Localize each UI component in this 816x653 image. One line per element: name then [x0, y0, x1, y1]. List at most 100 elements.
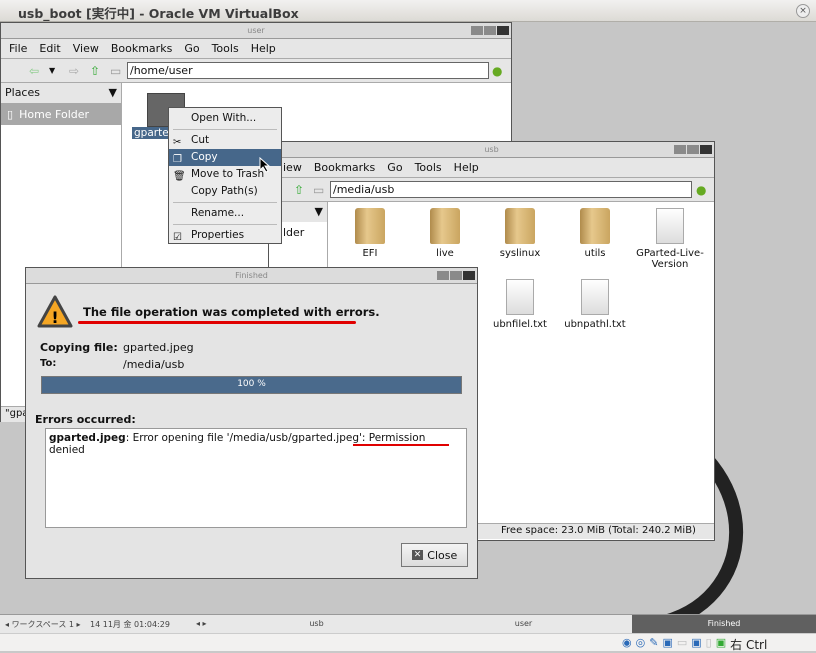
errors-textview[interactable]: gparted.jpeg: Error opening file '/media…	[45, 428, 467, 528]
file-item[interactable]: ubnpathl.txt	[558, 279, 632, 330]
title: usb	[484, 145, 499, 154]
forward-icon[interactable]: ⇨	[69, 64, 79, 78]
menu-tools[interactable]: Tools	[415, 161, 442, 174]
errors-label: Errors occurred:	[35, 413, 136, 426]
home-folder-icon: ▯	[7, 107, 14, 121]
file-item[interactable]: EFI	[333, 208, 407, 259]
go-icon[interactable]: ●	[492, 64, 502, 78]
maximize-button[interactable]	[687, 145, 699, 154]
file-item[interactable]: live	[408, 208, 482, 259]
file-item[interactable]: ubnfilel.txt	[483, 279, 557, 330]
go-icon[interactable]: ●	[696, 183, 706, 197]
host-key: 右 Ctrl	[730, 638, 768, 652]
properties-icon: ☑	[173, 232, 182, 243]
usb-icon[interactable]: ✎	[649, 636, 658, 653]
menu-go[interactable]: Go	[184, 42, 199, 55]
document-icon	[581, 279, 609, 315]
red-underline	[78, 321, 356, 324]
maximize-button[interactable]	[450, 271, 462, 280]
menu-item-copy-paths[interactable]: Copy Path(s)	[169, 183, 281, 200]
error-file: gparted.jpeg	[49, 432, 126, 444]
location-input[interactable]: /media/usb	[330, 181, 692, 198]
hdd-icon[interactable]: ◉	[622, 636, 632, 653]
menu-file[interactable]: File	[9, 42, 27, 55]
file-name: ubnfilel.txt	[493, 319, 547, 330]
nav-arrows[interactable]: ◂ ▸	[196, 619, 207, 628]
menu-edit[interactable]: Edit	[39, 42, 60, 55]
menu-help[interactable]: Help	[454, 161, 479, 174]
menu-view[interactable]: View	[73, 42, 99, 55]
file-name: GParted-Live-Version	[636, 248, 704, 270]
workspace-switcher[interactable]: ◂ ワークスペース 1 ▸	[5, 619, 81, 630]
close-button[interactable]	[700, 145, 712, 154]
chevron-down-icon[interactable]: ▼	[49, 66, 55, 75]
menu-item-rename[interactable]: Rename...	[169, 205, 281, 222]
menu-item-properties[interactable]: ☑ Properties	[169, 227, 281, 244]
label: Home Folder	[19, 107, 90, 121]
menu-bookmarks[interactable]: Bookmarks	[111, 42, 172, 55]
display-icon[interactable]: ▣	[691, 636, 701, 653]
close-button[interactable]: ✕ Close	[401, 543, 468, 567]
dialog-titlebar[interactable]: Finished	[26, 268, 477, 284]
minimize-button[interactable]	[674, 145, 686, 154]
virtualbox-titlebar: usb_boot [実行中] - Oracle VM VirtualBox ×	[0, 0, 816, 22]
toolbar: ⇦ ▼ ⇨ ⇧ ▭ /home/user ●	[1, 59, 511, 83]
chevron-down-icon[interactable]: ▼	[315, 205, 323, 219]
close-button[interactable]	[497, 26, 509, 35]
menu-go[interactable]: Go	[387, 161, 402, 174]
context-menu: Open With... ✂ Cut ❐ Copy 🗑 Move to Trash C…	[168, 107, 282, 244]
cd-icon[interactable]: ◎	[636, 636, 646, 653]
virtualbox-statusbar: ◉ ◎ ✎ ▣ ▭ ▣ ▯ ▣ 右 Ctrl	[0, 633, 816, 653]
back-icon[interactable]: ⇦	[29, 64, 39, 78]
file-item[interactable]: syslinux	[483, 208, 557, 259]
progress-bar: 100 %	[41, 376, 462, 394]
divider	[173, 129, 277, 130]
to-value: /media/usb	[123, 358, 185, 371]
copying-label: Copying file:	[40, 341, 118, 354]
taskbar: ◂ ワークスペース 1 ▸ 14 11月 金 01:04:29 ◂ ▸ usb …	[0, 614, 816, 633]
folder-icon	[355, 208, 385, 244]
file-name: syslinux	[499, 248, 541, 259]
progress-text: 100 %	[237, 379, 266, 389]
menu-help[interactable]: Help	[251, 42, 276, 55]
sidebar-item-home[interactable]: ▯ Home Folder	[1, 103, 121, 125]
places-label: Places	[5, 86, 40, 99]
close-button[interactable]: ×	[796, 4, 810, 18]
up-icon[interactable]: ⇧	[294, 183, 304, 197]
arrow-icon[interactable]: ▣	[716, 636, 726, 653]
clock: 14 11月 金 01:04:29	[90, 620, 170, 629]
divider	[173, 224, 277, 225]
up-icon[interactable]: ⇧	[90, 64, 100, 78]
window-titlebar[interactable]: user	[1, 23, 511, 39]
network-icon[interactable]: ▣	[662, 636, 672, 653]
menu-item-open-with[interactable]: Open With...	[169, 110, 281, 127]
menu-view[interactable]: iew	[283, 161, 302, 174]
task-user[interactable]: user	[415, 615, 632, 633]
divider	[173, 202, 277, 203]
close-button[interactable]	[463, 271, 475, 280]
task-usb[interactable]: usb	[220, 615, 413, 633]
copying-value: gparted.jpeg	[123, 341, 194, 354]
folder-icon	[430, 208, 460, 244]
chevron-down-icon[interactable]: ▼	[109, 86, 117, 100]
menu-item-cut[interactable]: ✂ Cut	[169, 132, 281, 149]
minimize-button[interactable]	[471, 26, 483, 35]
folder-icon: ▭	[313, 183, 325, 197]
svg-text:!: !	[51, 308, 58, 327]
menubar: File Edit View Bookmarks Go Tools Help	[1, 39, 511, 59]
file-gparted[interactable]: gparte	[132, 127, 171, 139]
menu-tools[interactable]: Tools	[212, 42, 239, 55]
folder-icon: ▭	[110, 64, 122, 78]
file-name: EFI	[362, 248, 378, 259]
task-finished[interactable]: Finished	[632, 615, 816, 633]
mouse-icon[interactable]: ▯	[706, 636, 712, 653]
window-titlebar[interactable]: usb	[269, 142, 714, 158]
maximize-button[interactable]	[484, 26, 496, 35]
shared-folder-icon[interactable]: ▭	[677, 636, 687, 653]
file-item[interactable]: utils	[558, 208, 632, 259]
folder-icon	[580, 208, 610, 244]
location-input[interactable]: /home/user	[127, 62, 489, 79]
file-item[interactable]: GParted-Live-Version	[633, 208, 707, 270]
menu-bookmarks[interactable]: Bookmarks	[314, 161, 375, 174]
minimize-button[interactable]	[437, 271, 449, 280]
